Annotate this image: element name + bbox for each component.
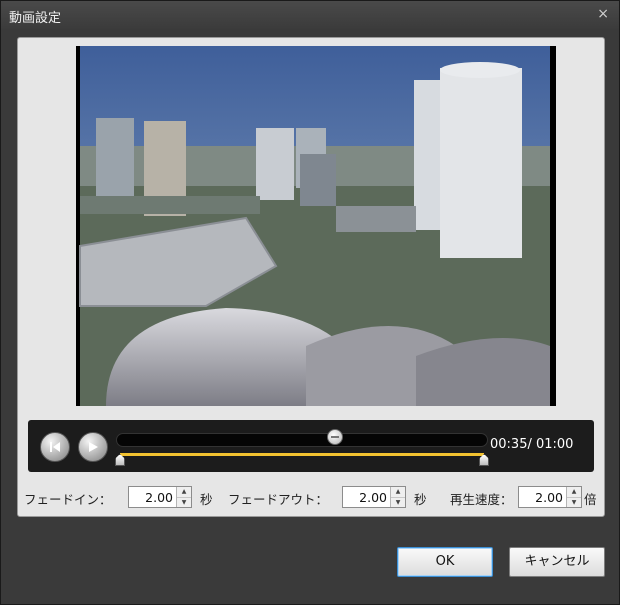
time-readout: 00:35/ 01:00 (490, 437, 574, 452)
playback-bar: 00:35/ 01:00 (28, 420, 594, 472)
window-title: 動画設定 (9, 11, 62, 26)
speed-down-icon[interactable]: ▼ (567, 497, 581, 507)
dialog-window: 動画設定 × 00:35/ 01:00 フェードイン： 2.00 ▲ ▼ 秒 フ… (0, 0, 620, 605)
trim-range-line (120, 453, 484, 456)
video-frame-image (76, 46, 556, 406)
cancel-button[interactable]: キャンセル (509, 547, 605, 577)
speed-arrows[interactable]: ▲ ▼ (566, 487, 581, 507)
fade-out-unit: 秒 (414, 492, 427, 507)
fade-in-down-icon[interactable]: ▼ (177, 497, 191, 507)
speed-label: 再生速度： (450, 492, 513, 507)
fade-out-arrows[interactable]: ▲ ▼ (390, 487, 405, 507)
speed-up-icon[interactable]: ▲ (567, 487, 581, 497)
speed-spinner[interactable]: 2.00 ▲ ▼ (518, 486, 582, 508)
fade-in-label: フェードイン： (24, 492, 112, 507)
playhead-thumb[interactable] (326, 429, 343, 445)
close-icon[interactable]: × (597, 6, 609, 22)
fade-in-value: 2.00 (145, 490, 173, 505)
title-bar: 動画設定 × (1, 1, 619, 29)
video-preview (76, 46, 556, 406)
skip-back-button[interactable] (40, 432, 70, 462)
fade-in-unit: 秒 (200, 492, 213, 507)
play-icon (89, 442, 98, 452)
fade-out-spinner[interactable]: 2.00 ▲ ▼ (342, 486, 406, 508)
fade-out-value: 2.00 (359, 490, 387, 505)
speed-unit: 倍 (584, 492, 597, 507)
fade-in-spinner[interactable]: 2.00 ▲ ▼ (128, 486, 192, 508)
fade-out-up-icon[interactable]: ▲ (391, 487, 405, 497)
fade-out-label: フェードアウト： (228, 492, 329, 507)
settings-row: フェードイン： 2.00 ▲ ▼ 秒 フェードアウト： 2.00 ▲ ▼ 秒 再… (18, 484, 606, 512)
fade-in-arrows[interactable]: ▲ ▼ (176, 487, 191, 507)
seek-track[interactable] (116, 433, 488, 447)
settings-panel: 00:35/ 01:00 フェードイン： 2.00 ▲ ▼ 秒 フェードアウト：… (17, 37, 605, 517)
speed-value: 2.00 (535, 490, 563, 505)
fade-out-down-icon[interactable]: ▼ (391, 497, 405, 507)
ok-button[interactable]: OK (397, 547, 493, 577)
fade-in-up-icon[interactable]: ▲ (177, 487, 191, 497)
play-button[interactable] (78, 432, 108, 462)
skip-back-icon (50, 442, 60, 452)
